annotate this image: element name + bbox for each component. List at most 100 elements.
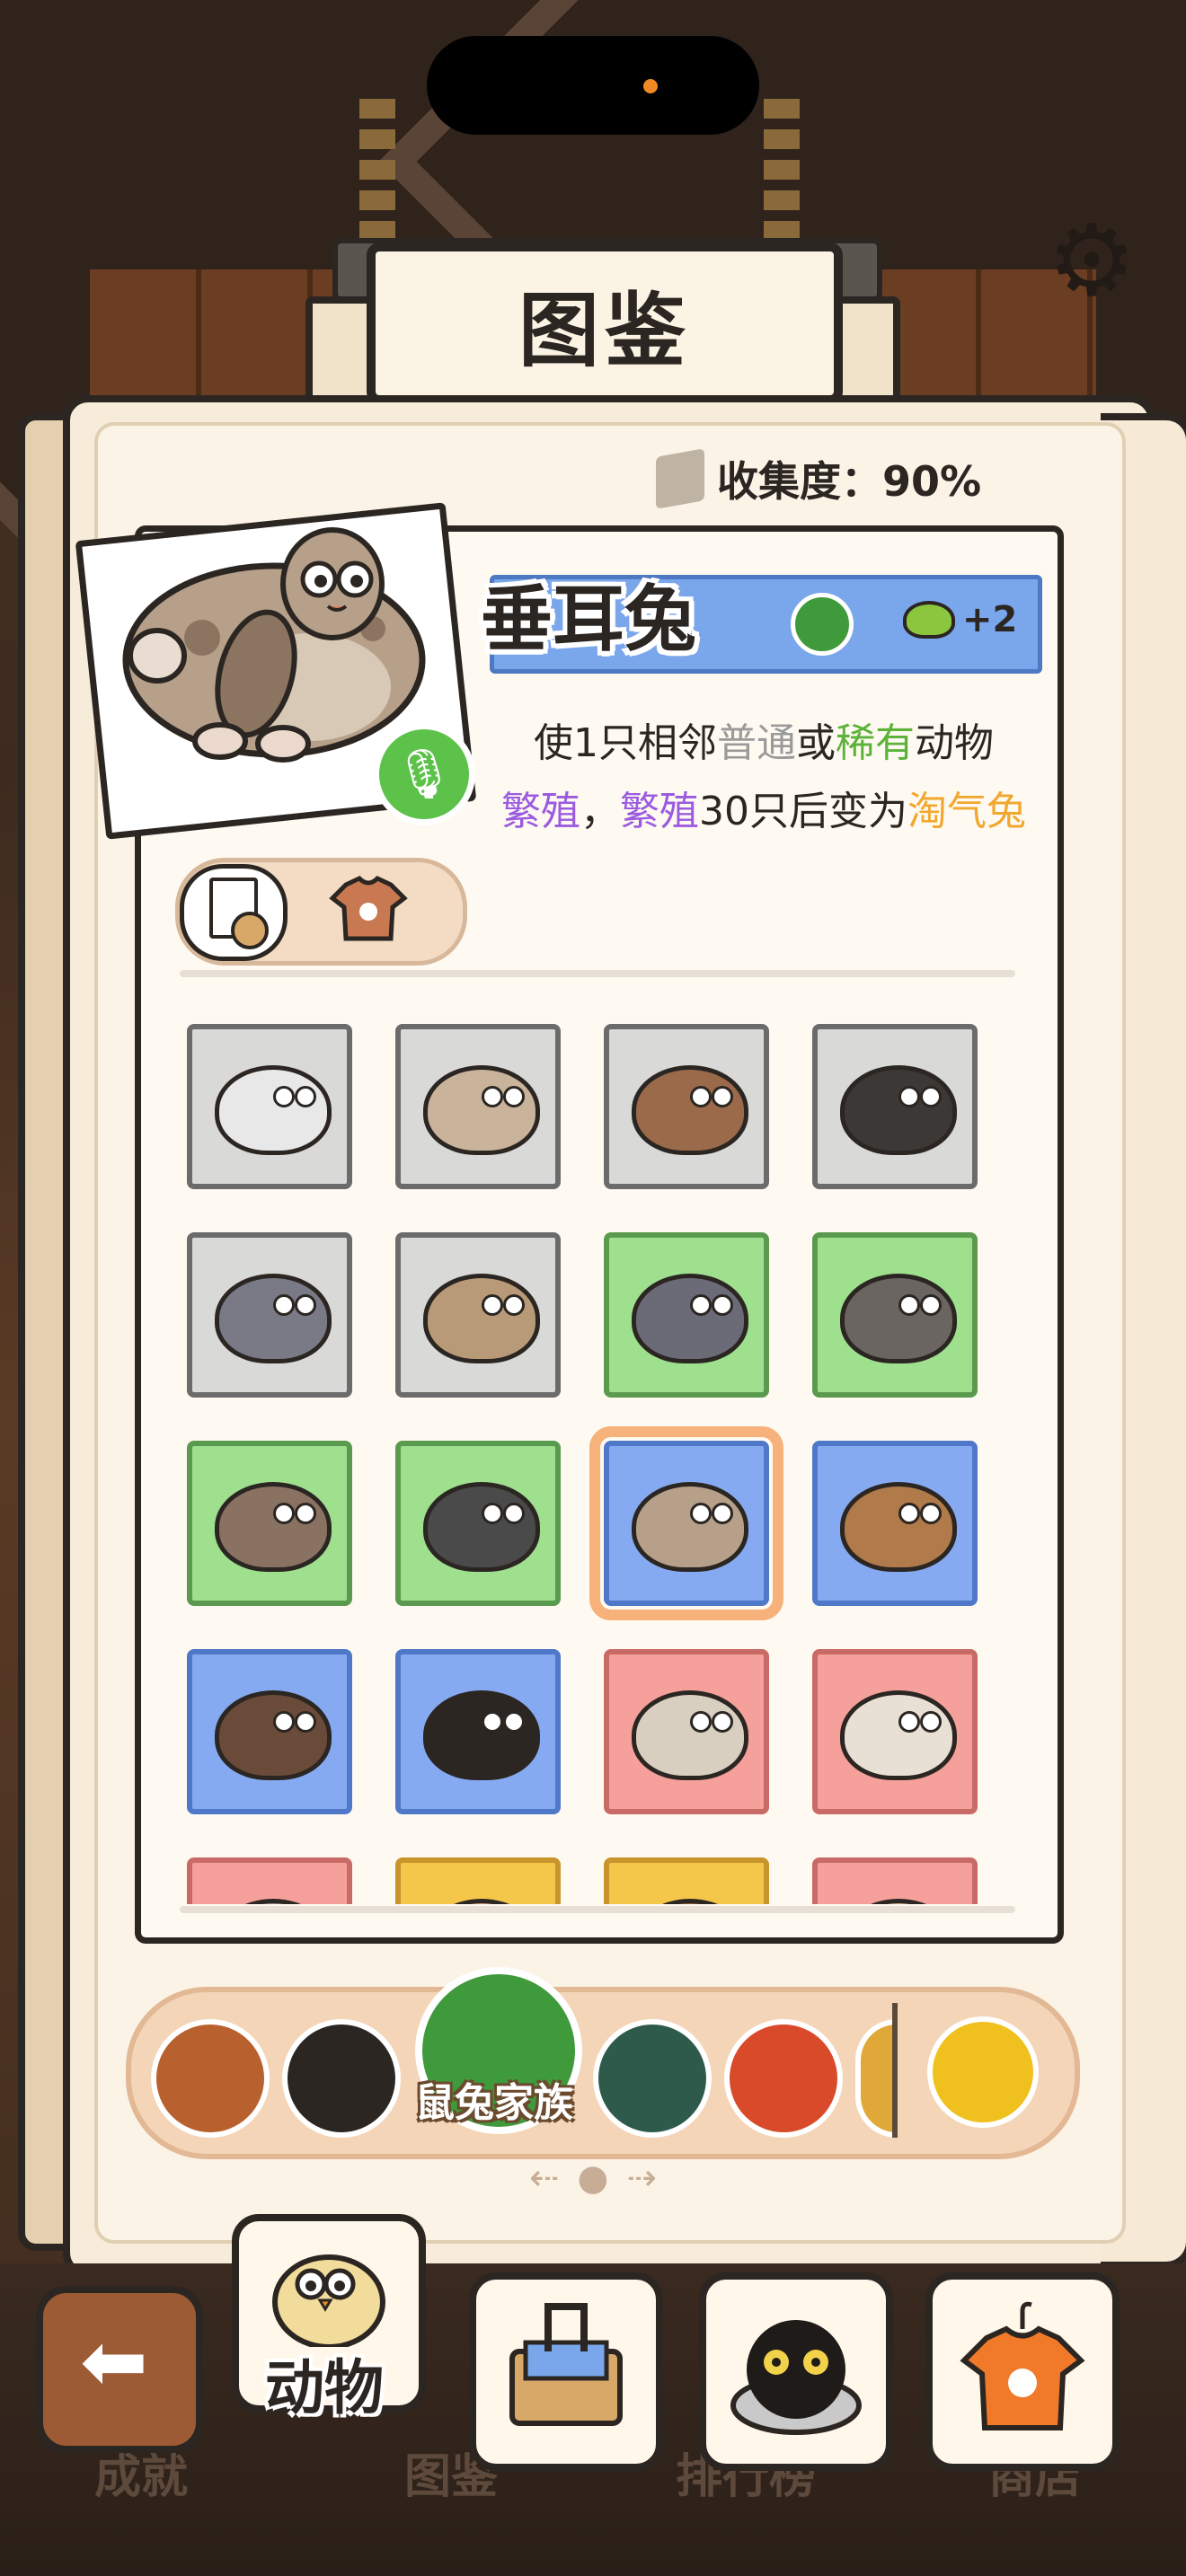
- nav-shop-button[interactable]: [925, 2272, 1120, 2471]
- animal-card[interactable]: [604, 1857, 769, 1904]
- production-bonus: +2: [903, 593, 1017, 647]
- category-separator: [892, 2003, 898, 2138]
- eye: [712, 1711, 733, 1733]
- desc-text: 使1只相邻: [534, 720, 717, 766]
- animal-name: 垂耳兔: [481, 578, 696, 661]
- animal-icon: [840, 1899, 957, 1904]
- arrow-left-icon[interactable]: ⇠: [529, 2157, 560, 2199]
- animal-card[interactable]: [812, 1232, 978, 1398]
- nav-animals-label: 动物: [265, 2353, 384, 2422]
- animal-icon: [840, 1690, 957, 1780]
- animal-icon: [632, 1690, 748, 1780]
- nav-leaderboard-button[interactable]: [699, 2272, 893, 2471]
- book-icon: [656, 448, 704, 509]
- cat-face-icon[interactable]: [282, 2019, 401, 2138]
- basket-icon: [509, 2303, 623, 2426]
- animal-icon: [840, 1274, 957, 1363]
- fox-icon[interactable]: [724, 2019, 843, 2138]
- animal-card[interactable]: [589, 1426, 783, 1620]
- desc-text: ，: [580, 789, 620, 834]
- arrow-right-icon[interactable]: ⇢: [626, 2157, 657, 2199]
- camera-indicator: [643, 79, 658, 93]
- eye: [712, 1503, 733, 1524]
- animal-icon: [423, 1274, 540, 1363]
- animal-icon: [632, 1065, 748, 1155]
- eye: [503, 1086, 525, 1107]
- animal-card[interactable]: [604, 1024, 769, 1189]
- animal-icon: [215, 1690, 332, 1780]
- eye: [920, 1711, 942, 1733]
- desc-text: 动物: [915, 720, 994, 766]
- animal-description: 使1只相邻普通或稀有动物 繁殖，繁殖30只后变为淘气兔: [499, 710, 1029, 846]
- animal-card[interactable]: [812, 1649, 978, 1814]
- animal-card[interactable]: [187, 1441, 352, 1606]
- certificate-tab[interactable]: [180, 864, 288, 961]
- desc-breed: 繁殖: [620, 789, 699, 834]
- animal-icon: [423, 1899, 540, 1904]
- voice-button[interactable]: 🎙: [373, 723, 475, 825]
- eye: [503, 1294, 525, 1316]
- page-indicator: ⇠ ● ⇢: [517, 2157, 669, 2199]
- animal-card[interactable]: [395, 1232, 561, 1398]
- animal-grid: [187, 1024, 996, 1904]
- eye: [295, 1086, 316, 1107]
- animal-card[interactable]: [812, 1857, 978, 1904]
- eye: [273, 1503, 295, 1524]
- animal-card[interactable]: [604, 1649, 769, 1814]
- medal-icon: [231, 912, 269, 949]
- animal-card[interactable]: [395, 1441, 561, 1606]
- eye: [920, 1086, 942, 1107]
- eye: [690, 1294, 712, 1316]
- bonus-value: +2: [962, 599, 1018, 640]
- eye: [690, 1711, 712, 1733]
- animal-card[interactable]: [187, 1857, 352, 1904]
- category-label: 鼠兔家族: [415, 2080, 573, 2126]
- animal-card[interactable]: [395, 1857, 561, 1904]
- eye: [273, 1294, 295, 1316]
- dot-icon: ●: [577, 2157, 609, 2199]
- animal-card[interactable]: [812, 1441, 978, 1606]
- microphone-icon: 🎙: [393, 745, 456, 802]
- animal-icon: [840, 1065, 957, 1155]
- eye: [482, 1503, 503, 1524]
- camera-notch: [427, 36, 759, 135]
- animal-icon: [632, 1274, 748, 1363]
- animal-icon: [423, 1690, 540, 1780]
- eye: [920, 1294, 942, 1316]
- desc-target-animal: 淘气兔: [907, 789, 1026, 834]
- eye: [482, 1711, 503, 1733]
- gear-icon[interactable]: ⚙: [1042, 211, 1141, 310]
- nav-encyclopedia-button[interactable]: [469, 2272, 663, 2471]
- tshirt-icon[interactable]: [328, 871, 409, 943]
- divider: [180, 970, 1015, 977]
- animal-icon: [215, 1482, 332, 1572]
- animal-card[interactable]: [187, 1232, 352, 1398]
- eye: [712, 1294, 733, 1316]
- paw-icon[interactable]: [927, 2016, 1039, 2128]
- desc-rare: 稀有: [836, 720, 915, 766]
- eye: [503, 1711, 525, 1733]
- back-arrow-icon: ⬅: [80, 2315, 148, 2409]
- eye: [712, 1086, 733, 1107]
- paw-print-icon[interactable]: [593, 2019, 712, 2138]
- eye: [273, 1711, 295, 1733]
- animal-card[interactable]: [395, 1649, 561, 1814]
- animal-card[interactable]: [604, 1232, 769, 1398]
- animal-card[interactable]: [187, 1024, 352, 1189]
- animal-card[interactable]: [187, 1649, 352, 1814]
- animal-icon: [423, 1065, 540, 1155]
- eye: [898, 1086, 920, 1107]
- seed-icon: [903, 601, 955, 639]
- bird-icon[interactable]: [151, 2019, 270, 2138]
- eye: [898, 1711, 920, 1733]
- animal-icon: [215, 1274, 332, 1363]
- animal-icon: [632, 1899, 748, 1904]
- eye: [295, 1711, 316, 1733]
- eye: [503, 1503, 525, 1524]
- eye: [295, 1503, 316, 1524]
- desc-text: 30只后变为: [699, 789, 907, 834]
- animal-icon: [632, 1482, 748, 1572]
- animal-card[interactable]: [812, 1024, 978, 1189]
- animal-icon: [840, 1482, 957, 1572]
- animal-card[interactable]: [395, 1024, 561, 1189]
